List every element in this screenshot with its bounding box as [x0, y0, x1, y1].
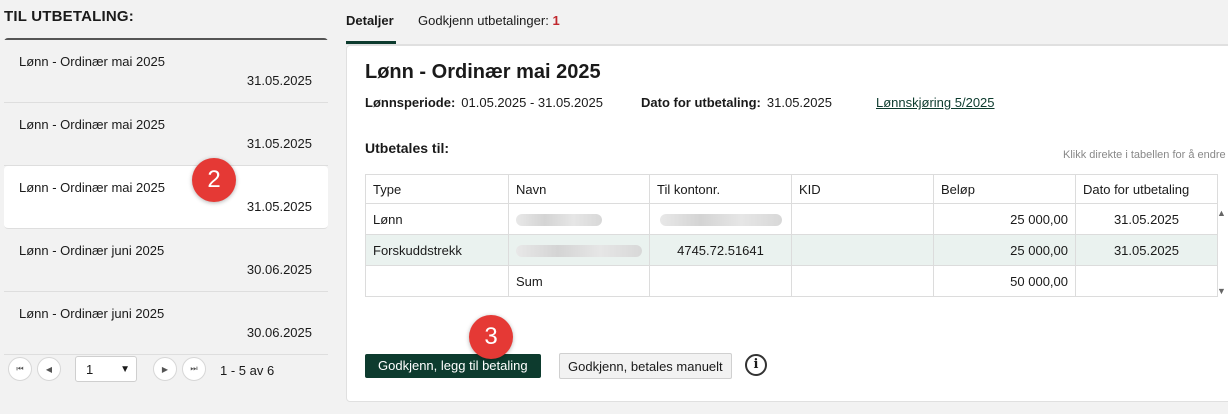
- next-page-icon[interactable]: ▶: [153, 357, 177, 381]
- col-amount[interactable]: Beløp: [933, 174, 1076, 204]
- cell-name-redacted[interactable]: [508, 203, 650, 235]
- cell-empty: [365, 265, 509, 297]
- cell-date[interactable]: 31.05.2025: [1075, 203, 1218, 235]
- list-item-name: Lønn - Ordinær mai 2025: [19, 180, 165, 195]
- col-date[interactable]: Dato for utbetaling: [1075, 174, 1218, 204]
- cell-name-redacted[interactable]: [508, 234, 650, 266]
- col-account[interactable]: Til kontonr.: [649, 174, 792, 204]
- list-item[interactable]: Lønn - Ordinær juni 2025 30.06.2025: [4, 229, 328, 292]
- pager: ⏮ ◀ 1 ▼ ▶ ⏭ 1 - 5 av 6: [4, 352, 328, 390]
- page-select[interactable]: 1 ▼: [75, 356, 137, 382]
- cell-empty: [649, 265, 792, 297]
- paydate-label: Dato for utbetaling:: [641, 95, 761, 110]
- period-label: Lønnsperiode:: [365, 95, 456, 110]
- scroll-up-icon[interactable]: ▲: [1217, 208, 1226, 218]
- list-item-selected[interactable]: Lønn - Ordinær mai 2025 31.05.2025: [4, 166, 328, 229]
- cell-amount[interactable]: 25 000,00: [933, 203, 1076, 235]
- last-page-icon[interactable]: ⏭: [182, 357, 206, 381]
- payroll-run-link[interactable]: Lønnskjøring 5/2025: [876, 95, 995, 110]
- list-item-date: 30.06.2025: [246, 325, 312, 340]
- pager-info: 1 - 5 av 6: [220, 363, 275, 378]
- table-header-row: Type Navn Til kontonr. KID Beløp Dato fo…: [365, 174, 1218, 204]
- active-tab-indicator: [346, 41, 396, 44]
- table-row[interactable]: Forskuddstrekk 4745.72.51641 25 000,00 3…: [365, 234, 1218, 266]
- list-item-date: 31.05.2025: [246, 136, 312, 151]
- payment-list: Lønn - Ordinær mai 2025 31.05.2025 Lønn …: [4, 38, 328, 355]
- list-item[interactable]: Lønn - Ordinær mai 2025 31.05.2025: [4, 103, 328, 166]
- cell-type[interactable]: Forskuddstrekk: [365, 234, 509, 266]
- sum-label: Sum: [508, 265, 650, 297]
- page-title: Lønn - Ordinær mai 2025: [365, 61, 601, 83]
- list-item-name: Lønn - Ordinær mai 2025: [19, 54, 165, 69]
- cell-account-redacted[interactable]: [649, 203, 792, 235]
- scroll-down-icon[interactable]: ▼: [1217, 286, 1226, 296]
- cell-kid[interactable]: [791, 203, 934, 235]
- table-row[interactable]: Lønn 25 000,00 31.05.2025: [365, 203, 1218, 235]
- sum-amount: 50 000,00: [933, 265, 1076, 297]
- list-item-name: Lønn - Ordinær mai 2025: [19, 117, 165, 132]
- payment-table: Type Navn Til kontonr. KID Beløp Dato fo…: [365, 174, 1218, 297]
- list-item-name: Lønn - Ordinær juni 2025: [19, 243, 165, 258]
- list-item-name: Lønn - Ordinær juni 2025: [19, 306, 165, 321]
- list-item[interactable]: Lønn - Ordinær mai 2025 31.05.2025: [4, 40, 328, 103]
- tab-details[interactable]: Detaljer: [346, 13, 394, 28]
- list-item-date: 31.05.2025: [246, 199, 312, 214]
- cell-kid[interactable]: [791, 234, 934, 266]
- list-item[interactable]: Lønn - Ordinær juni 2025 30.06.2025: [4, 292, 328, 355]
- period-value: 01.05.2025 - 31.05.2025: [461, 95, 603, 110]
- info-icon[interactable]: i: [745, 354, 767, 376]
- cell-type[interactable]: Lønn: [365, 203, 509, 235]
- period-meta: Lønnsperiode: 01.05.2025 - 31.05.2025: [365, 95, 603, 110]
- step-marker-2: 2: [192, 158, 236, 202]
- cell-empty: [791, 265, 934, 297]
- tab-approve-count: 1: [552, 13, 560, 28]
- step-marker-3: 3: [469, 315, 513, 359]
- paydate-meta: Dato for utbetaling: 31.05.2025: [641, 95, 832, 110]
- list-item-date: 30.06.2025: [246, 262, 312, 277]
- list-title: TIL UTBETALING:: [4, 8, 134, 25]
- col-name[interactable]: Navn: [508, 174, 650, 204]
- tab-bar: Detaljer Godkjenn utbetalinger: 1: [346, 0, 1228, 45]
- approve-manual-button[interactable]: Godkjenn, betales manuelt: [559, 353, 732, 379]
- col-type[interactable]: Type: [365, 174, 509, 204]
- cell-empty: [1075, 265, 1218, 297]
- first-page-icon[interactable]: ⏮: [8, 357, 32, 381]
- table-sum-row: Sum 50 000,00: [365, 265, 1218, 297]
- approve-add-payment-button[interactable]: Godkjenn, legg til betaling: [365, 354, 541, 378]
- cell-date[interactable]: 31.05.2025: [1075, 234, 1218, 266]
- section-title: Utbetales til:: [365, 140, 450, 156]
- edit-hint: Klikk direkte i tabellen for å endre: [1063, 149, 1226, 161]
- list-item-date: 31.05.2025: [246, 73, 312, 88]
- page-select-value: 1: [86, 362, 94, 377]
- tab-approve-label: Godkjenn utbetalinger:: [418, 13, 549, 28]
- paydate-value: 31.05.2025: [766, 95, 832, 110]
- cell-amount[interactable]: 25 000,00: [933, 234, 1076, 266]
- tab-approve-payments[interactable]: Godkjenn utbetalinger: 1: [418, 13, 560, 28]
- cell-account[interactable]: 4745.72.51641: [649, 234, 792, 266]
- col-kid[interactable]: KID: [791, 174, 934, 204]
- chevron-down-icon: ▼: [120, 364, 130, 375]
- prev-page-icon[interactable]: ◀: [37, 357, 61, 381]
